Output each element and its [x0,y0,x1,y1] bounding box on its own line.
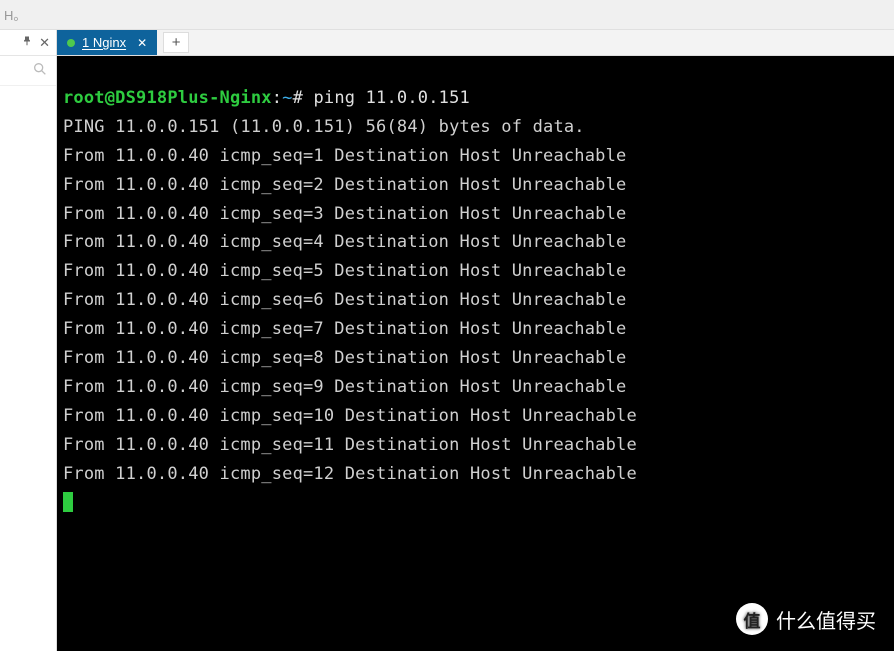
editor-main: 1 Nginx ✕ + root@DS918Plus-Nginx:~# ping… [57,30,894,651]
top-hint-text: H。 [4,5,26,24]
terminal-output-line: From 11.0.0.40 icmp_seq=8 Destination Ho… [63,344,888,373]
tab-status-dot-icon [67,39,75,47]
terminal-output-line: From 11.0.0.40 icmp_seq=11 Destination H… [63,431,888,460]
terminal-output-line: From 11.0.0.40 icmp_seq=5 Destination Ho… [63,257,888,286]
terminal-output-line: From 11.0.0.40 icmp_seq=3 Destination Ho… [63,200,888,229]
terminal-output-line: From 11.0.0.40 icmp_seq=1 Destination Ho… [63,142,888,171]
terminal-prompt-line: root@DS918Plus-Nginx:~# ping 11.0.0.151 [63,84,888,113]
prompt-sep1: : [272,88,282,108]
tab-close-icon[interactable]: ✕ [137,36,147,50]
close-icon[interactable]: ✕ [39,35,50,51]
side-panel-search[interactable] [0,56,56,86]
new-tab-button[interactable]: + [163,32,189,53]
prompt-path: ~ [282,88,292,108]
terminal-output-line: From 11.0.0.40 icmp_seq=12 Destination H… [63,460,888,489]
watermark: 值 什么值得买 [736,603,876,635]
terminal-cursor-line [63,488,888,517]
terminal-output-header: PING 11.0.0.151 (11.0.0.151) 56(84) byte… [63,113,888,142]
search-icon [32,61,48,81]
terminal-output-line: From 11.0.0.40 icmp_seq=10 Destination H… [63,402,888,431]
terminal-output-line: From 11.0.0.40 icmp_seq=2 Destination Ho… [63,171,888,200]
terminal[interactable]: root@DS918Plus-Nginx:~# ping 11.0.0.151 … [57,56,894,651]
terminal-output-line: From 11.0.0.40 icmp_seq=4 Destination Ho… [63,228,888,257]
side-panel-toolbar: ✕ [0,30,56,56]
ide-top-strip: H。 [0,0,894,30]
cursor-block-icon [63,492,73,512]
tab-label: 1 Nginx [82,35,126,50]
pin-icon[interactable] [21,35,33,50]
terminal-output-line: From 11.0.0.40 icmp_seq=9 Destination Ho… [63,373,888,402]
prompt-userhost: root@DS918Plus-Nginx [63,88,272,108]
watermark-text: 什么值得买 [776,605,876,634]
tab-bar: 1 Nginx ✕ + [57,30,894,56]
watermark-badge-icon: 值 [736,603,768,635]
terminal-output-line: From 11.0.0.40 icmp_seq=6 Destination Ho… [63,286,888,315]
ide-area: ✕ 1 Nginx ✕ + root@DS918Plus-Nginx:~# pi… [0,30,894,651]
side-panel: ✕ [0,30,57,651]
terminal-output-line: From 11.0.0.40 icmp_seq=7 Destination Ho… [63,315,888,344]
terminal-output-lines: From 11.0.0.40 icmp_seq=1 Destination Ho… [63,142,888,489]
terminal-command: ping 11.0.0.151 [313,88,470,108]
tab-nginx[interactable]: 1 Nginx ✕ [57,30,157,55]
prompt-sep2: # [293,88,314,108]
